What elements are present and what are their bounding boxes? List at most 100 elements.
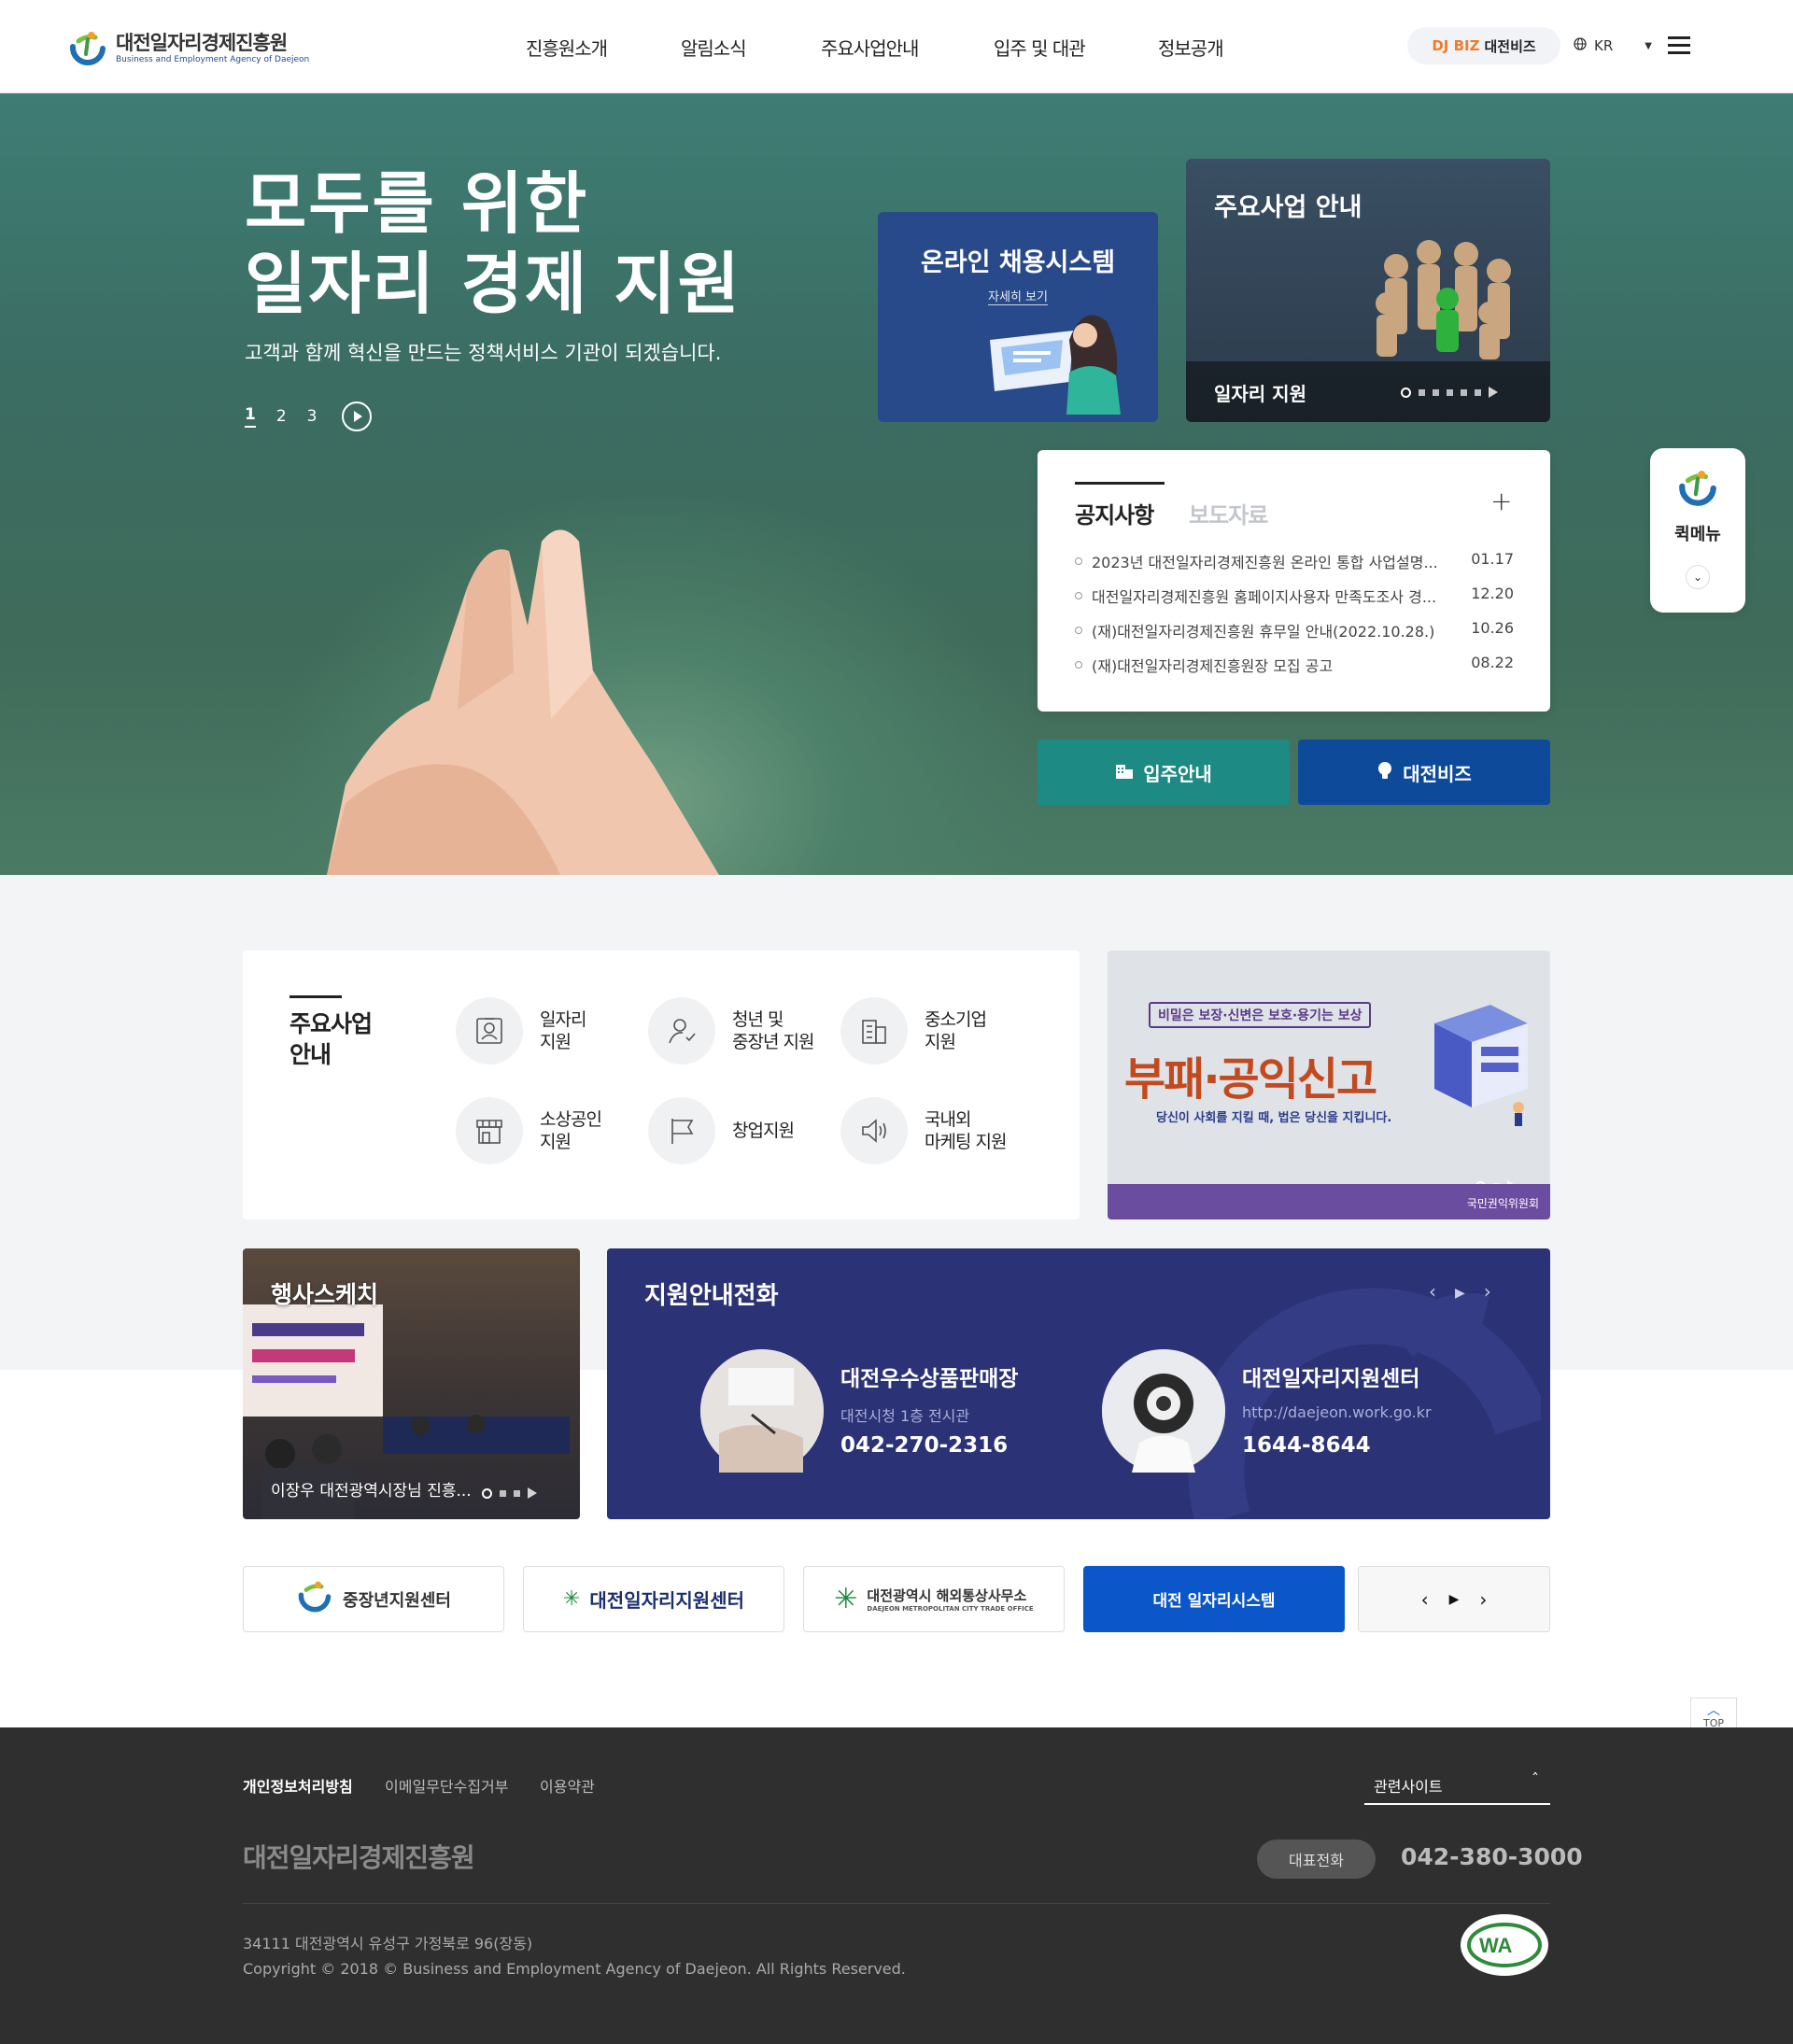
hero-page-1[interactable]: 1 — [245, 405, 256, 428]
move-in-guide-button[interactable]: 입주안내 — [1038, 740, 1290, 805]
notice-title: (재)대전일자리경제진흥원장 모집 공고 — [1075, 654, 1333, 676]
notice-panel: 공지사항 보도자료 + 2023년 대전일자리경제진흥원 온라인 통합 사업설명… — [1038, 450, 1550, 712]
djbiz-button[interactable]: 대전비즈 — [1298, 740, 1550, 805]
list-item[interactable]: (재)대전일자리경제진흥원 휴무일 안내(2022.10.28.) 10.26 — [1075, 619, 1514, 641]
nav-disclosure[interactable]: 정보공개 — [1158, 34, 1224, 61]
play-icon[interactable]: ▶ — [1449, 1592, 1460, 1607]
plus-icon[interactable]: + — [1490, 486, 1512, 516]
hero-title-line1: 모두를 위한 — [245, 164, 589, 243]
recruit-card-title: 온라인 채용시스템 — [920, 248, 1116, 277]
hero-subtitle: 고객과 함께 혁신을 만드는 정책서비스 기관이 되겠습니다. — [245, 342, 722, 364]
flag-icon — [648, 1097, 715, 1164]
chevron-down-icon[interactable]: ⌄ — [1686, 565, 1710, 589]
banner-headline: 부패·공익신고 — [1124, 1053, 1377, 1106]
chevron-left-icon[interactable]: ‹ — [1421, 1588, 1429, 1611]
web-accessibility-badge: WA — [1459, 1912, 1550, 1978]
praying-hands-image — [327, 523, 766, 875]
link-job-system[interactable]: 대전 일자리시스템 — [1083, 1566, 1345, 1632]
list-item[interactable]: 대전일자리경제진흥원 홈페이지사용자 만족도조사 경... 12.20 — [1075, 585, 1514, 607]
caret-down-icon: ▼ — [1645, 40, 1652, 51]
nav-rental[interactable]: 입주 및 대관 — [994, 34, 1086, 61]
link-sublabel: DAEJEON METROPOLITAN CITY TRADE OFFICE — [867, 1605, 1034, 1613]
banner-tagline: 당신이 사회를 지킬 때, 법은 당신을 지킵니다. — [1156, 1111, 1392, 1125]
footer-link-terms[interactable]: 이용약관 — [540, 1774, 595, 1797]
building-icon — [840, 997, 908, 1064]
banner-top-text: 비밀은 보장·신변은 보호·용기는 보상 — [1149, 1002, 1372, 1028]
biz-item-jobs[interactable]: 일자리 지원 — [456, 997, 586, 1064]
biz-item-sme[interactable]: 중소기업 지원 — [840, 997, 987, 1064]
megaphone-photo — [1102, 1349, 1225, 1473]
hero-pager: 1 2 3 — [245, 402, 372, 431]
link-trade-office[interactable]: ✳ 대전광역시 해외통상사무소 DAEJEON METROPOLITAN CIT… — [803, 1566, 1065, 1632]
phone-card-tel: 1644-8644 — [1242, 1433, 1371, 1458]
support-phone-panel: 지원안내전화 ‹ ▶ › 대전우수상품판매장 대전시청 1층 전시관 042-2… — [607, 1248, 1550, 1519]
business-card-pager[interactable] — [1401, 387, 1498, 398]
link-daejeon-job-center[interactable]: ✳ 대전일자리지원센터 — [523, 1566, 784, 1632]
hero-page-2[interactable]: 2 — [276, 407, 287, 426]
shop-icon — [456, 1097, 523, 1164]
notice-date: 12.20 — [1471, 585, 1514, 602]
event-pager[interactable] — [482, 1487, 537, 1499]
play-icon[interactable]: ▶ — [1455, 1280, 1465, 1306]
phone-card-tel: 042-270-2316 — [840, 1433, 1009, 1458]
nav-business[interactable]: 주요사업안내 — [821, 34, 919, 61]
biz-item-label: 소상공인 지원 — [540, 1109, 602, 1152]
phone-card-name: 대전우수상품판매장 — [840, 1367, 1019, 1391]
hero-page-3[interactable]: 3 — [307, 407, 318, 426]
nav-news[interactable]: 알림소식 — [681, 34, 747, 61]
hero-title-line2: 일자리 경제 지원 — [245, 245, 741, 323]
link-middle-aged-center[interactable]: 중장년지원센터 — [243, 1566, 504, 1632]
business-panel: 주요사업 안내 일자리 지원 청년 및 중장년 지원 중소기업 지원 소상공인 … — [243, 951, 1080, 1219]
phone-card-name: 대전일자리지원센터 — [1242, 1367, 1420, 1391]
chevron-up-icon: ︿ — [1707, 1703, 1720, 1718]
biz-item-marketing[interactable]: 국내외 마케팅 지원 — [840, 1097, 1007, 1164]
phone-panel-nav: ‹ ▶ › — [1429, 1280, 1491, 1306]
logo-title: 대전일자리경제진흥원 — [116, 32, 288, 54]
nav-about[interactable]: 진흥원소개 — [526, 34, 608, 61]
chevron-left-icon[interactable]: ‹ — [1429, 1280, 1436, 1306]
biz-item-label: 중소기업 지원 — [925, 1009, 987, 1052]
notice-date: 01.17 — [1471, 550, 1514, 568]
djbiz-button-label: 대전비즈 — [1403, 762, 1472, 785]
djbiz-link-button[interactable]: DJ BIZ 대전비즈 — [1407, 27, 1560, 64]
event-sketch-card[interactable]: 행사스케치 이장우 대전광역시장님 진흥... — [243, 1248, 580, 1519]
banner-illustration — [1434, 1005, 1528, 1126]
biz-item-label: 국내외 마케팅 지원 — [925, 1109, 1007, 1152]
biz-item-smallbiz[interactable]: 소상공인 지원 — [456, 1097, 602, 1164]
footer-link-privacy[interactable]: 개인정보처리방침 — [243, 1774, 353, 1797]
site-footer: 개인정보처리방침 이메일무단수집거부 이용약관 관련사이트 ˆ 대전일자리경제진… — [0, 1727, 1793, 2044]
language-select[interactable]: KR ▼ — [1574, 37, 1652, 54]
biz-item-youth[interactable]: 청년 및 중장년 지원 — [648, 997, 814, 1064]
chevron-right-icon[interactable]: › — [1484, 1280, 1491, 1306]
play-icon[interactable] — [528, 1487, 537, 1499]
footer-tel-label: 대표전화 — [1257, 1840, 1376, 1879]
business-card-caption: 일자리 지원 — [1214, 383, 1306, 405]
anti-corruption-banner[interactable]: 비밀은 보장·신변은 보호·용기는 보상 부패·공익신고 당신이 사회를 지킬 … — [1108, 951, 1550, 1219]
logo-mark-icon — [67, 28, 108, 69]
biz-item-startup[interactable]: 창업지원 — [648, 1097, 795, 1164]
play-icon[interactable] — [341, 402, 372, 431]
notice-title: 2023년 대전일자리경제진흥원 온라인 통합 사업설명... — [1075, 550, 1438, 572]
list-item[interactable]: 2023년 대전일자리경제진흥원 온라인 통합 사업설명... 01.17 — [1075, 550, 1514, 572]
related-sites-select[interactable]: 관련사이트 ˆ — [1364, 1770, 1550, 1805]
djbiz-logo-text: DJ BIZ — [1432, 37, 1480, 54]
notice-date: 08.22 — [1471, 654, 1514, 671]
notice-date: 10.26 — [1471, 619, 1514, 637]
site-logo[interactable]: 대전일자리경제진흥원 Business and Employment Agenc… — [67, 28, 309, 69]
play-icon[interactable] — [1489, 387, 1498, 398]
link-label: 대전일자리지원센터 — [589, 1589, 745, 1612]
link-label: 대전광역시 해외통상사무소 — [867, 1587, 1027, 1604]
quick-menu[interactable]: 퀵메뉴 ⌄ — [1650, 448, 1745, 613]
online-recruit-card[interactable]: 온라인 채용시스템 자세히 보기 — [878, 212, 1158, 422]
phone-panel-watermark — [1188, 1288, 1541, 1519]
hamburger-menu-icon[interactable] — [1668, 36, 1690, 55]
business-guide-card[interactable]: 주요사업 안내 일자리 지원 — [1186, 159, 1550, 422]
tab-press[interactable]: 보도자료 — [1189, 497, 1268, 529]
footer-link-email[interactable]: 이메일무단수집거부 — [385, 1774, 508, 1797]
business-panel-title: 주요사업 안내 — [289, 995, 392, 1070]
link-label: 대전 일자리시스템 — [1152, 1592, 1276, 1611]
tab-notice[interactable]: 공지사항 — [1075, 482, 1165, 529]
list-item[interactable]: (재)대전일자리경제진흥원장 모집 공고 08.22 — [1075, 654, 1514, 676]
notice-title: 대전일자리경제진흥원 홈페이지사용자 만족도조사 경... — [1075, 585, 1436, 607]
chevron-right-icon[interactable]: › — [1479, 1588, 1487, 1611]
